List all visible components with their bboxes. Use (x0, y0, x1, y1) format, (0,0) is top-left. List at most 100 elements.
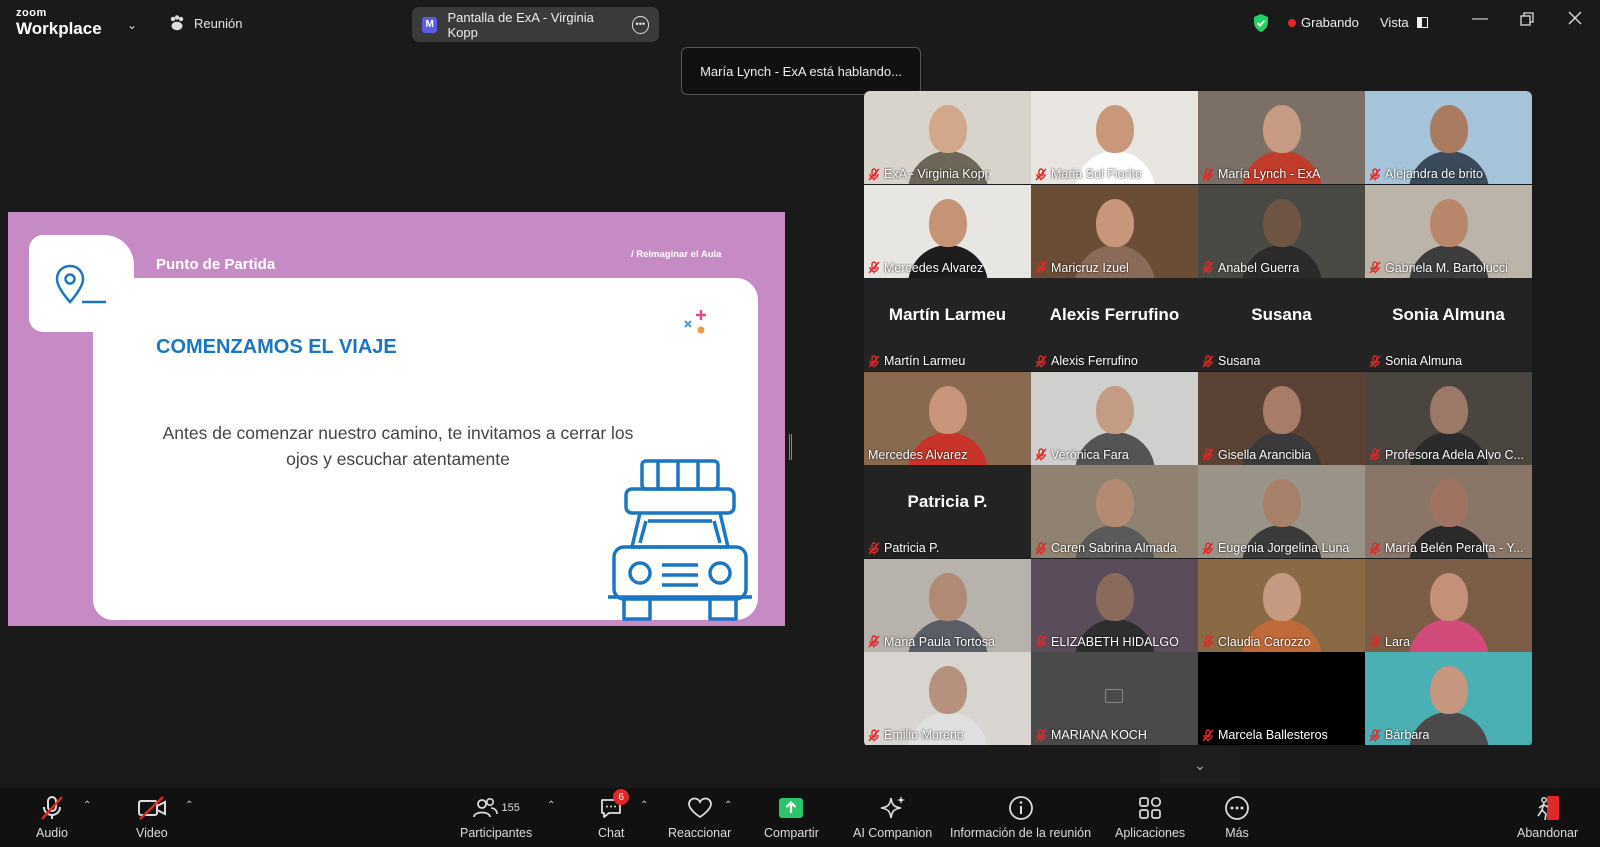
participant-tile[interactable]: Alejandra de brito (1365, 91, 1532, 184)
apps-icon (1139, 796, 1162, 819)
participants-options-caret-icon[interactable]: ⌃ (547, 800, 555, 811)
participant-tile[interactable]: Verónica Fara (1031, 371, 1198, 465)
apps-button[interactable]: Aplicaciones (1115, 792, 1185, 840)
screen-share-pill[interactable]: M Pantalla de ExA - Virginia Kopp ••• (412, 7, 659, 42)
participant-tile[interactable]: Martín Larmeu Martín Larmeu (864, 278, 1031, 371)
participant-name: Alexis Ferrufino (1051, 354, 1138, 368)
minimize-icon[interactable]: — (1472, 10, 1488, 28)
view-button[interactable]: Vista (1380, 15, 1428, 30)
participant-tile[interactable]: Susana Susana (1198, 278, 1365, 371)
resize-handle[interactable] (789, 434, 792, 460)
mic-muted-icon (868, 635, 880, 648)
chat-options-caret-icon[interactable]: ⌃ (640, 800, 648, 811)
participant-tile[interactable]: Anabel Guerra (1198, 184, 1365, 278)
meeting-info-button[interactable]: Información de la reunión (950, 792, 1091, 840)
slide-section-title: Punto de Partida (156, 256, 276, 273)
video-button[interactable]: Video (136, 792, 168, 840)
audio-options-caret-icon[interactable]: ⌃ (83, 800, 91, 811)
chevron-down-icon[interactable]: ⌄ (127, 18, 137, 32)
participant-tile[interactable]: MARIANA KOCH (1031, 652, 1198, 745)
more-dots-icon (1225, 796, 1249, 820)
participants-button[interactable]: 155 Participantes (460, 792, 532, 840)
participants-count: 155 (501, 802, 520, 814)
recording-indicator[interactable]: Grabando (1288, 15, 1359, 30)
participant-tile[interactable]: Mercedes Alvarez (864, 371, 1031, 465)
recording-dot-icon (1288, 18, 1296, 27)
participant-display-name: Sonia Almuna (1392, 305, 1505, 324)
participant-tile[interactable]: Mercedes Alvarez (864, 184, 1031, 278)
slide-body-line-1: Antes de comenzar nuestro camino, te inv… (162, 423, 634, 443)
participant-tile[interactable]: María Belén Peralta - Y... (1365, 465, 1532, 558)
participant-tile[interactable]: Eugenia Jorgelina Luna (1198, 465, 1365, 558)
participant-face (1429, 479, 1468, 527)
participant-tile[interactable]: Profesora Adela Alvo C... (1365, 371, 1532, 465)
video-label: Video (136, 826, 168, 840)
participant-tile[interactable]: Maria Sol Fiorito (1031, 91, 1198, 184)
heart-icon (687, 797, 712, 819)
participant-display-name: Martín Larmeu (888, 305, 1007, 324)
react-options-caret-icon[interactable]: ⌃ (724, 800, 732, 811)
participant-tile[interactable]: Sonia Almuna Sonia Almuna (1365, 278, 1532, 371)
participant-tile[interactable]: Alexis Ferrufino Alexis Ferrufino (1031, 278, 1198, 371)
title-bar: zoom Workplace ⌄ Reunión M Pantalla de E… (0, 0, 1600, 47)
ai-companion-label: AI Companion (853, 826, 933, 840)
sparkle-decoration-icon (684, 310, 706, 334)
meeting-menu[interactable]: Reunión (168, 15, 242, 31)
participant-name: Verónica Fara (1051, 447, 1129, 462)
participant-tile[interactable]: Lara (1365, 558, 1532, 652)
participant-face (1262, 479, 1301, 527)
participant-name-label: MARIANA KOCH (1035, 728, 1147, 742)
participant-tile[interactable]: Maria Paula Tortosa (864, 558, 1031, 652)
participant-tile[interactable]: ExA - Virginia Kopp (864, 91, 1031, 184)
participant-name: Bárbara (1385, 728, 1430, 742)
participant-tile[interactable]: María Lynch - ExA (1198, 91, 1365, 184)
video-options-caret-icon[interactable]: ⌃ (185, 800, 193, 811)
mic-muted-icon (868, 167, 880, 181)
participant-tile[interactable]: ELIZABETH HIDALGO (1031, 558, 1198, 652)
zoom-logo[interactable]: zoom Workplace (16, 8, 102, 38)
mic-muted-icon (1369, 261, 1381, 274)
participant-tile[interactable]: Emilio Moreno (864, 652, 1031, 745)
leave-button[interactable]: Abandonar (1517, 792, 1578, 840)
participant-name: Eugenia Jorgelina Luna (1218, 541, 1350, 555)
participant-face (1095, 479, 1134, 527)
participant-tile[interactable]: Caren Sabrina Almada (1031, 465, 1198, 558)
participant-face (1429, 198, 1468, 247)
chat-label: Chat (598, 826, 625, 840)
mic-muted-icon (1369, 448, 1381, 461)
participant-tile[interactable]: Gabriela M. Bartolucci (1365, 184, 1532, 278)
participant-name-label: Anabel Guerra (1202, 261, 1299, 275)
participant-tile[interactable]: Marcela Ballesteros (1198, 652, 1365, 745)
participant-tile[interactable]: Patricia P. Patricia P. (864, 465, 1031, 558)
share-screen-button[interactable]: Compartir (764, 792, 819, 840)
close-icon[interactable] (1568, 11, 1582, 30)
more-options-icon[interactable]: ••• (631, 15, 649, 34)
mic-muted-icon (1035, 448, 1047, 461)
more-button[interactable]: Más (1224, 792, 1250, 840)
shield-check-icon[interactable] (1252, 13, 1270, 33)
mic-muted-icon (1202, 167, 1214, 181)
slide-body: Antes de comenzar nuestro camino, te inv… (108, 420, 688, 472)
recording-label: Grabando (1301, 15, 1359, 30)
react-button[interactable]: Reaccionar (668, 792, 731, 840)
sharer-avatar: M (422, 16, 438, 33)
participant-name-label: Patricia P. (868, 541, 939, 555)
restore-icon[interactable] (1520, 12, 1534, 31)
participant-name-label: Mercedes Alvarez (868, 448, 967, 462)
leave-door-icon (1536, 796, 1559, 821)
participant-name-label: María Lynch - ExA (1202, 167, 1320, 181)
expand-gallery-button[interactable]: ⌄ (1160, 747, 1240, 783)
participant-tile[interactable]: Bárbara (1365, 652, 1532, 745)
ai-companion-button[interactable]: AI Companion (853, 792, 932, 840)
mic-muted-icon (1202, 354, 1214, 368)
audio-button[interactable]: Audio (36, 792, 68, 840)
chat-button[interactable]: 6 Chat (598, 789, 630, 840)
mic-muted-icon (868, 541, 880, 555)
participant-tile[interactable]: Claudia Carozzo (1198, 558, 1365, 652)
participant-gallery: ExA - Virginia Kopp Maria Sol Fiorito Marí… (864, 91, 1532, 747)
participant-tile[interactable]: Maricruz Izuel (1031, 184, 1198, 278)
mic-muted-icon (1035, 728, 1047, 742)
participant-name-label: Claudia Carozzo (1202, 635, 1310, 649)
participant-tile[interactable]: Gisella Arancibia (1198, 371, 1365, 465)
participant-name: Gabriela M. Bartolucci (1385, 260, 1508, 275)
